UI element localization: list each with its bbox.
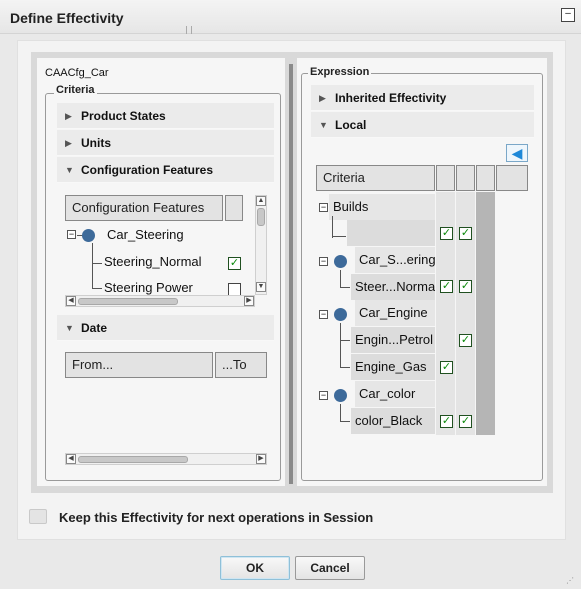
scroll-thumb[interactable] xyxy=(78,456,188,463)
cf-horizontal-scrollbar[interactable]: ◀ ▶ xyxy=(65,295,255,307)
tree-connector xyxy=(332,236,346,237)
section-local[interactable]: ▼ Local xyxy=(311,112,534,138)
tree-connector xyxy=(340,340,350,341)
tree-connector xyxy=(92,263,102,264)
feature-node-icon xyxy=(334,255,347,268)
expression-column-header[interactable] xyxy=(496,165,528,191)
title-bar: Define Effectivity – xyxy=(0,0,581,34)
section-label: Inherited Effectivity xyxy=(335,91,447,105)
section-label: Configuration Features xyxy=(81,163,214,177)
expanded-triangle-icon: ▼ xyxy=(65,165,74,175)
expression-column-header[interactable] xyxy=(476,165,495,191)
keep-effectivity-checkbox[interactable] xyxy=(29,509,47,524)
section-label: Date xyxy=(81,321,108,335)
left-pane: CAACfg_Car Criteria ▶ Product States ▶ U… xyxy=(37,58,285,486)
resize-grip xyxy=(186,26,192,34)
date-to-header[interactable]: ...To xyxy=(215,352,267,378)
scroll-right-icon[interactable]: ▶ xyxy=(244,296,254,306)
expression-checkbox[interactable]: ✓ xyxy=(440,227,453,240)
right-pane: Expression ▶ Inherited Effectivity ▼ Loc… xyxy=(297,58,547,486)
expression-row-label[interactable] xyxy=(347,220,435,246)
feature-node-icon xyxy=(334,389,347,402)
expression-row-label[interactable]: Builds xyxy=(329,194,435,220)
keep-effectivity-label: Keep this Effectivity for next operation… xyxy=(59,510,374,525)
expanded-triangle-icon: ▼ xyxy=(65,323,74,333)
expression-row-label[interactable]: Car_S...ering xyxy=(355,247,435,273)
feature-node-icon xyxy=(334,308,347,321)
collapse-icon[interactable]: − xyxy=(67,230,76,239)
expression-row-label[interactable]: Car_color xyxy=(355,381,435,407)
cancel-button[interactable]: Cancel xyxy=(295,556,365,580)
expression-checkbox[interactable]: ✓ xyxy=(459,415,472,428)
section-label: Product States xyxy=(81,109,166,123)
collapsed-triangle-icon: ▶ xyxy=(65,111,72,121)
tree-connector xyxy=(340,323,341,368)
product-name: CAACfg_Car xyxy=(45,67,109,79)
expression-row-label[interactable]: Engine_Gas xyxy=(351,354,435,380)
cf-column-header-2[interactable] xyxy=(225,195,243,221)
expression-group-label: Expression xyxy=(308,66,372,78)
tree-connector xyxy=(340,287,350,288)
scroll-left-icon[interactable]: ◀ xyxy=(66,454,76,464)
expression-column-header[interactable] xyxy=(456,165,475,191)
cf-option-label[interactable]: Steering_Normal xyxy=(104,254,202,269)
tree-connector xyxy=(340,270,341,288)
back-arrow-icon[interactable]: ◀ xyxy=(506,144,528,162)
tree-connector xyxy=(92,243,93,288)
expression-row-label[interactable]: Engin...Petrol xyxy=(351,327,435,353)
scroll-thumb[interactable] xyxy=(257,208,265,226)
section-configuration-features[interactable]: ▼ Configuration Features xyxy=(57,157,274,183)
cf-option-checkbox[interactable]: ✓ xyxy=(228,257,241,270)
expression-row-label[interactable]: color_Black xyxy=(351,408,435,434)
expression-checkbox[interactable]: ✓ xyxy=(440,280,453,293)
expanded-triangle-icon: ▼ xyxy=(319,120,328,130)
expression-checkbox[interactable]: ✓ xyxy=(459,227,472,240)
resize-handle-icon[interactable]: ⋰ xyxy=(566,576,576,586)
cf-option-label[interactable]: Steering Power xyxy=(104,280,193,295)
section-inherited-effectivity[interactable]: ▶ Inherited Effectivity xyxy=(311,85,534,111)
feature-node-icon xyxy=(82,229,95,242)
section-product-states[interactable]: ▶ Product States xyxy=(57,103,274,129)
tree-connector xyxy=(92,288,102,289)
criteria-group-label: Criteria xyxy=(54,84,97,96)
tree-connector xyxy=(332,216,333,238)
section-units[interactable]: ▶ Units xyxy=(57,130,274,156)
cf-root-label[interactable]: Car_Steering xyxy=(107,227,184,242)
pane-splitter[interactable] xyxy=(289,64,293,484)
scroll-left-icon[interactable]: ◀ xyxy=(66,296,76,306)
scroll-down-icon[interactable]: ▼ xyxy=(256,282,266,292)
expression-checkbox[interactable]: ✓ xyxy=(459,280,472,293)
section-date[interactable]: ▼ Date xyxy=(57,315,274,341)
collapse-icon[interactable]: − xyxy=(319,203,328,212)
expression-row-label[interactable]: Car_Engine xyxy=(355,300,435,326)
collapsed-triangle-icon: ▶ xyxy=(65,138,72,148)
tree-connector xyxy=(340,367,350,368)
expression-checkbox[interactable]: ✓ xyxy=(440,361,453,374)
collapse-icon[interactable]: − xyxy=(319,310,328,319)
expression-column-header[interactable] xyxy=(436,165,455,191)
tree-connector xyxy=(340,421,350,422)
date-from-header[interactable]: From... xyxy=(65,352,213,378)
scroll-right-icon[interactable]: ▶ xyxy=(256,454,266,464)
cf-column-header[interactable]: Configuration Features xyxy=(65,195,223,221)
section-label: Local xyxy=(335,118,367,132)
scroll-thumb[interactable] xyxy=(78,298,178,305)
column-shade-dark xyxy=(476,192,495,435)
minimize-button[interactable]: – xyxy=(561,8,575,22)
collapsed-triangle-icon: ▶ xyxy=(319,93,326,103)
expression-row-label[interactable]: Steer...Norma xyxy=(351,274,435,300)
collapse-icon[interactable]: − xyxy=(319,391,328,400)
expression-checkbox[interactable]: ✓ xyxy=(440,415,453,428)
ok-button[interactable]: OK xyxy=(220,556,290,580)
cf-vertical-scrollbar[interactable]: ▲ ▼ xyxy=(255,195,267,295)
date-horizontal-scrollbar[interactable]: ◀ ▶ xyxy=(65,453,267,465)
window-title: Define Effectivity xyxy=(10,10,124,26)
expression-checkbox[interactable]: ✓ xyxy=(459,334,472,347)
tree-connector xyxy=(340,404,341,422)
expression-criteria-header[interactable]: Criteria xyxy=(316,165,435,191)
section-label: Units xyxy=(81,136,111,150)
collapse-icon[interactable]: − xyxy=(319,257,328,266)
scroll-up-icon[interactable]: ▲ xyxy=(256,196,266,206)
